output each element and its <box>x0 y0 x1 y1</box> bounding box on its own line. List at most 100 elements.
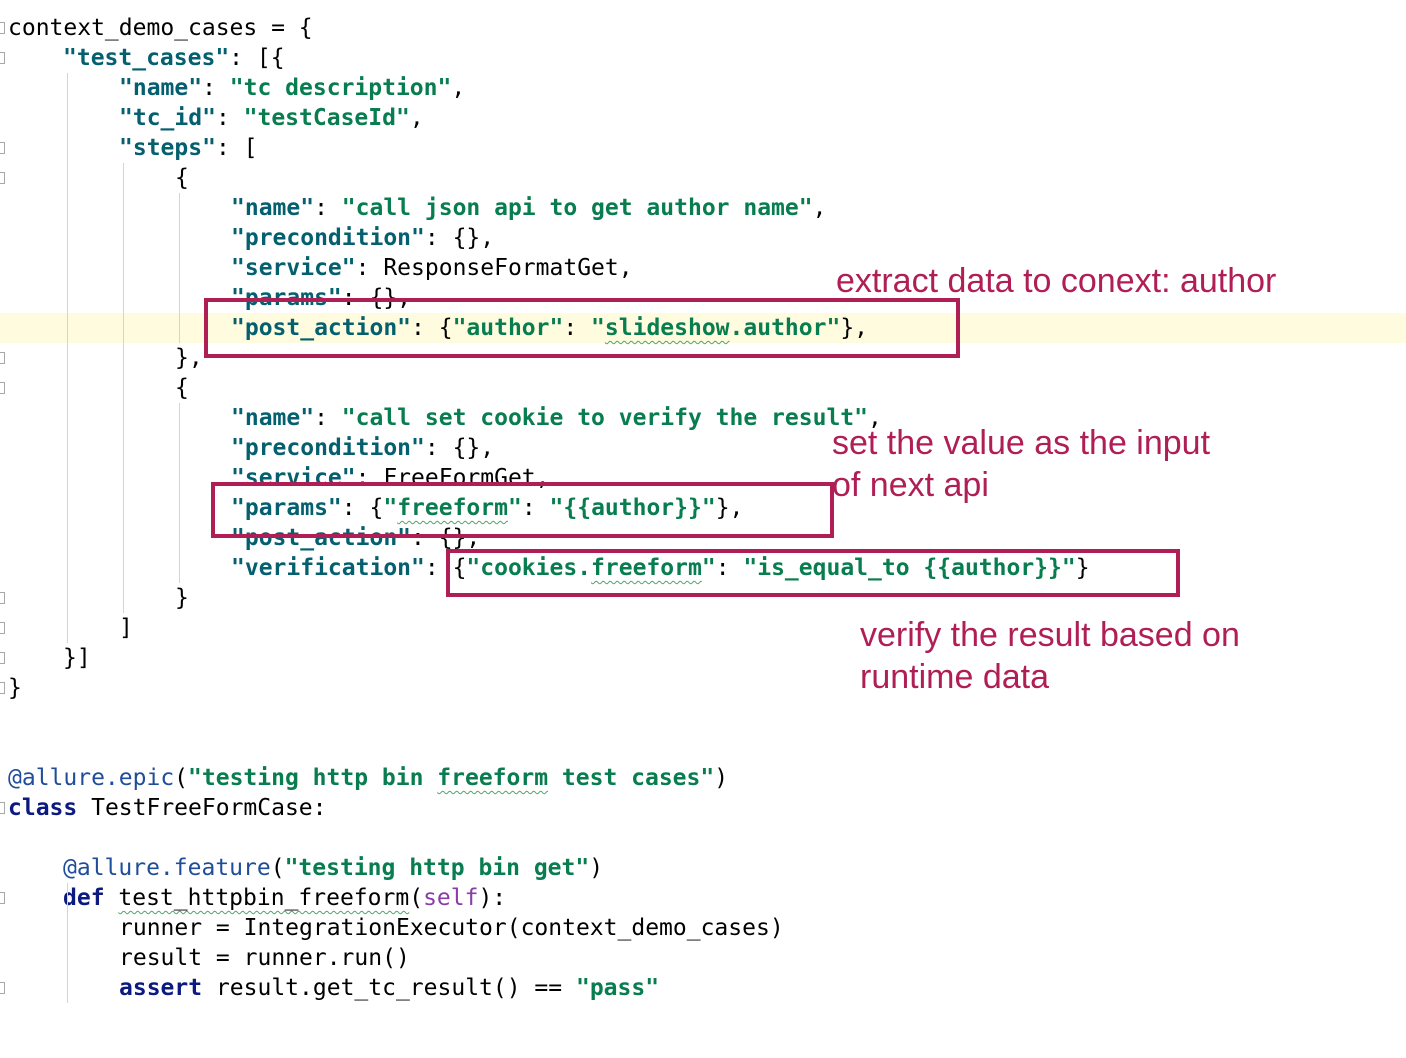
code-token: "service" <box>231 255 356 281</box>
code-token: , <box>409 105 424 131</box>
code-token: "name" <box>119 75 203 101</box>
annotation-extract: extract data to conext: author <box>836 262 1277 300</box>
code-text: @allure.epic("testing http bin freeform … <box>8 763 728 793</box>
code-text: runner = IntegrationExecutor(context_dem… <box>119 913 784 943</box>
code-text: @allure.feature("testing http bin get") <box>63 853 603 883</box>
code-token: "precondition" <box>231 435 425 461</box>
fold-marker-icon[interactable] <box>0 802 5 814</box>
code-line[interactable]: { <box>0 373 1406 403</box>
fold-marker-icon[interactable] <box>0 382 5 394</box>
code-token: : <box>314 405 342 431</box>
code-token: TestFreeFormCase: <box>77 795 327 821</box>
indent-guide <box>123 163 124 613</box>
code-token: "steps" <box>119 135 216 161</box>
code-token: : {}, <box>424 435 495 461</box>
code-text: def test_httpbin_freeform(self): <box>63 883 506 913</box>
code-line[interactable]: { <box>0 163 1406 193</box>
code-text: }, <box>175 343 203 373</box>
code-text: }] <box>63 643 91 673</box>
indent-guide <box>67 73 68 643</box>
code-token: "call set cookie to verify the result" <box>341 405 868 431</box>
code-text: } <box>175 583 189 613</box>
code-token: : {}, <box>424 225 495 251</box>
code-text: assert result.get_tc_result() == "pass" <box>119 973 659 1003</box>
code-line[interactable]: "precondition": {}, <box>0 223 1406 253</box>
code-token: "test_cases" <box>63 45 230 71</box>
code-token: : <box>215 105 244 131</box>
fold-marker-icon[interactable] <box>0 592 5 604</box>
code-line[interactable] <box>0 703 1406 733</box>
code-token: runner = IntegrationExecutor(context_dem… <box>119 915 784 941</box>
code-line[interactable]: runner = IntegrationExecutor(context_dem… <box>0 913 1406 943</box>
fold-marker-icon[interactable] <box>0 652 5 664</box>
code-line[interactable]: "tc_id": "testCaseId", <box>0 103 1406 133</box>
fold-marker-icon[interactable] <box>0 682 5 694</box>
code-text: } <box>8 673 22 703</box>
code-token: : <box>202 75 230 101</box>
code-token: : [ <box>215 135 258 161</box>
code-line[interactable]: assert result.get_tc_result() == "pass" <box>0 973 1406 1003</box>
code-text: "name": "call json api to get author nam… <box>231 193 826 223</box>
fold-marker-icon[interactable] <box>0 22 5 34</box>
code-token: "verification" <box>231 555 425 581</box>
indent-guide <box>179 193 180 343</box>
code-token: "name" <box>231 405 315 431</box>
params-highlight-box <box>211 482 834 538</box>
code-line[interactable]: @allure.epic("testing http bin freeform … <box>0 763 1406 793</box>
code-text: "name": "tc description", <box>119 73 465 103</box>
fold-marker-icon[interactable] <box>0 172 5 184</box>
code-token: ( <box>270 855 285 881</box>
code-token: result = runner.run() <box>119 945 410 971</box>
code-line[interactable]: "test_cases": [{ <box>0 43 1406 73</box>
code-token: } <box>8 675 22 701</box>
code-line[interactable]: "steps": [ <box>0 133 1406 163</box>
fold-marker-icon[interactable] <box>0 352 5 364</box>
fold-marker-icon[interactable] <box>0 982 5 994</box>
code-token: def <box>63 885 105 911</box>
code-token: result.get_tc_result() == <box>202 975 576 1001</box>
code-line[interactable] <box>0 733 1406 763</box>
code-token: }] <box>63 645 91 671</box>
code-token: "precondition" <box>231 225 425 251</box>
code-token: { <box>175 375 189 401</box>
code-token: , <box>451 75 466 101</box>
fold-marker-icon[interactable] <box>0 892 5 904</box>
fold-marker-icon[interactable] <box>0 142 5 154</box>
code-text: context_demo_cases = { <box>8 13 313 43</box>
code-line[interactable]: def test_httpbin_freeform(self): <box>0 883 1406 913</box>
code-line[interactable]: "name": "tc description", <box>0 73 1406 103</box>
code-line[interactable] <box>0 823 1406 853</box>
code-line[interactable]: @allure.feature("testing http bin get") <box>0 853 1406 883</box>
code-token: }, <box>175 345 203 371</box>
code-token: ) <box>589 855 604 881</box>
indent-guide <box>179 403 180 583</box>
code-text: "name": "call set cookie to verify the r… <box>231 403 882 433</box>
code-text: "steps": [ <box>119 133 257 163</box>
code-token: "testing http bin get" <box>284 855 590 881</box>
code-token: ) <box>714 765 729 791</box>
post-action-highlight-box <box>204 298 960 358</box>
code-text: result = runner.run() <box>119 943 410 973</box>
code-line[interactable]: "name": "call json api to get author nam… <box>0 193 1406 223</box>
code-token: class <box>8 795 78 821</box>
code-text: class TestFreeFormCase: <box>8 793 327 823</box>
code-token: test cases" <box>548 765 715 791</box>
code-token: ): <box>478 885 507 911</box>
code-token: freeform <box>437 765 549 791</box>
code-text: { <box>175 373 189 403</box>
code-line[interactable]: } <box>0 673 1406 703</box>
code-line[interactable]: result = runner.run() <box>0 943 1406 973</box>
code-token: test_httpbin_freeform <box>118 885 410 911</box>
code-line[interactable]: class TestFreeFormCase: <box>0 793 1406 823</box>
code-token: : <box>314 195 342 221</box>
code-line[interactable]: context_demo_cases = { <box>0 13 1406 43</box>
code-token: ] <box>119 615 133 641</box>
code-token: { <box>175 165 189 191</box>
code-text: "tc_id": "testCaseId", <box>119 103 424 133</box>
code-text: "precondition": {}, <box>231 223 494 253</box>
fold-marker-icon[interactable] <box>0 622 5 634</box>
annotation-set-value-line2: of next api <box>832 466 989 504</box>
code-token: ResponseFormatGet <box>383 255 619 281</box>
fold-marker-icon[interactable] <box>0 52 5 64</box>
code-token: : [{ <box>229 45 285 71</box>
